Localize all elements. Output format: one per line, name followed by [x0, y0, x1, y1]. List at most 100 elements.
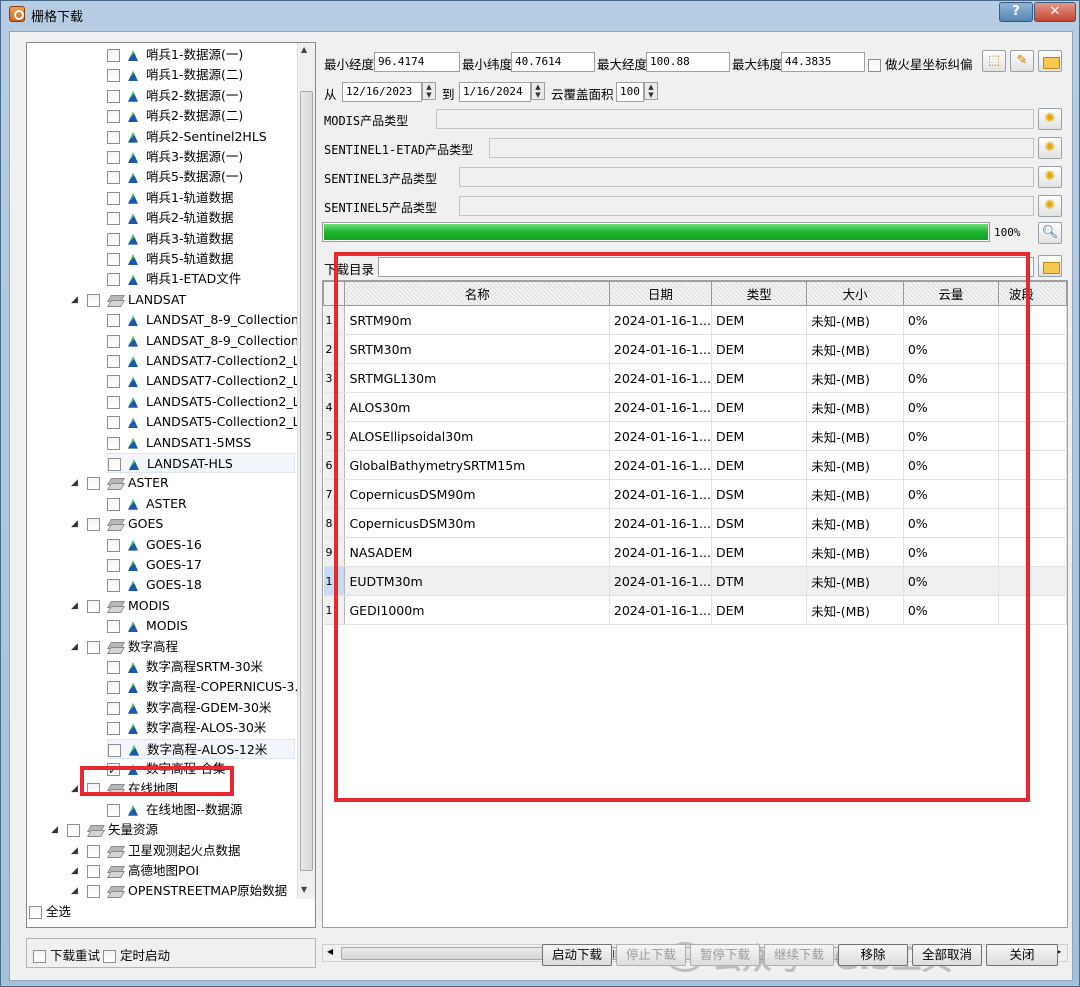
tree-item-10[interactable]: 哨兵5-轨道数据 [107, 249, 233, 269]
max-lat-input[interactable]: 44.3835 [781, 52, 865, 72]
tree-checkbox[interactable] [107, 273, 120, 287]
tree-item-16[interactable]: LANDSAT7-Collection2_L... [107, 371, 297, 391]
tree-checkbox[interactable] [107, 701, 120, 715]
tree-checkbox[interactable] [107, 232, 120, 246]
tree-vertical-scrollbar[interactable]: ▲ ▼ [297, 43, 315, 899]
tree-checkbox[interactable] [107, 334, 120, 348]
expand-arrow-icon[interactable]: ◢ [71, 596, 83, 616]
tree-checkbox[interactable] [108, 743, 121, 757]
select-all-checkbox[interactable] [29, 906, 42, 919]
tree-checkbox[interactable] [107, 110, 120, 124]
from-date-input[interactable]: 12/16/2023 [342, 82, 422, 102]
tree-item-1[interactable]: 哨兵1-数据源(二) [107, 65, 243, 85]
modis-product-button[interactable]: ✺ [1038, 108, 1062, 130]
mars-correction-checkbox[interactable] [868, 59, 881, 72]
expand-arrow-icon[interactable]: ◢ [71, 514, 83, 534]
expand-arrow-icon[interactable]: ◢ [71, 637, 83, 657]
tree-item-19[interactable]: LANDSAT1-5MSS [107, 433, 251, 453]
expand-arrow-icon[interactable]: ◢ [51, 820, 63, 840]
tree-checkbox[interactable] [107, 681, 120, 695]
expand-arrow-icon[interactable]: ◢ [71, 841, 83, 861]
max-lon-input[interactable]: 100.88 [646, 52, 730, 72]
cloud-input[interactable]: 100 [616, 82, 644, 102]
tree-item-15[interactable]: LANDSAT7-Collection2_L... [107, 351, 297, 371]
start-download-button[interactable]: 启动下载 [542, 944, 612, 966]
stop-download-button[interactable]: 停止下载 [616, 944, 686, 966]
to-date-spinner[interactable]: ▲ ▼ [531, 82, 545, 100]
tree-item-14[interactable]: LANDSAT_8-9_Collection... [107, 331, 297, 351]
tree-item-28[interactable]: MODIS [107, 616, 188, 636]
tree-item-20[interactable]: LANDSAT-HLS [107, 453, 295, 473]
tree-item-34[interactable]: 数字高程-ALOS-12米 [107, 738, 295, 759]
sentinel3-product-button[interactable]: ✺ [1038, 166, 1062, 188]
sentinel3-product-input[interactable] [459, 167, 1034, 187]
tree-group-39[interactable]: ◢ 卫星观测起火点数据 [71, 841, 241, 861]
modis-product-input[interactable] [436, 109, 1034, 129]
tree-item-3[interactable]: 哨兵2-数据源(二) [107, 106, 243, 126]
tree-checkbox[interactable] [107, 436, 120, 450]
scroll-up-arrow-icon[interactable]: ▲ [301, 45, 307, 54]
close-button[interactable]: 关闭 [986, 944, 1058, 966]
cancel-all-button[interactable]: 全部取消 [912, 944, 982, 966]
tree-checkbox[interactable] [107, 171, 120, 185]
tree-group-27[interactable]: ◢ MODIS [71, 596, 170, 616]
tree-checkbox[interactable] [107, 661, 120, 674]
tree-group-41[interactable]: ◢ OPENSTREETMAP原始数据 [71, 881, 287, 899]
mars-correction[interactable]: 做火星坐标纠偏 [868, 54, 973, 73]
tree-item-7[interactable]: 哨兵1-轨道数据 [107, 188, 233, 208]
tree-checkbox[interactable] [107, 355, 120, 368]
tree-checkbox[interactable] [108, 458, 121, 471]
tree-item-2[interactable]: 哨兵2-数据源(一) [107, 86, 243, 106]
tree-checkbox[interactable] [107, 89, 120, 103]
tree-item-17[interactable]: LANDSAT5-Collection2_L... [107, 392, 297, 412]
sentinel5-product-input[interactable] [459, 196, 1034, 216]
expand-arrow-icon[interactable]: ◢ [71, 290, 83, 310]
expand-arrow-icon[interactable]: ◢ [71, 473, 83, 493]
tree-item-8[interactable]: 哨兵2-轨道数据 [107, 208, 233, 228]
tree-item-32[interactable]: 数字高程-GDEM-30米 [107, 698, 271, 718]
tree-group-38[interactable]: ◢ 矢量资源 [51, 820, 158, 840]
tree-item-9[interactable]: 哨兵3-轨道数据 [107, 229, 233, 249]
tree-checkbox[interactable] [87, 865, 100, 878]
tree-checkbox[interactable] [87, 640, 100, 654]
tree-item-18[interactable]: LANDSAT5-Collection2_L... [107, 412, 297, 432]
tree-checkbox[interactable] [107, 579, 120, 593]
retry-option[interactable]: 下载重试 [33, 945, 100, 964]
tree-scroll-thumb[interactable] [300, 91, 313, 871]
search-button[interactable]: 🔍︎ [1038, 222, 1062, 244]
tree-checkbox[interactable] [107, 253, 120, 266]
tree-checkbox[interactable] [107, 191, 120, 205]
tree-checkbox[interactable] [107, 722, 120, 736]
tree-checkbox[interactable] [107, 375, 120, 389]
tree-group-21[interactable]: ◢ ASTER [71, 473, 169, 493]
tree-checkbox[interactable] [87, 844, 100, 858]
tree-checkbox[interactable] [107, 620, 120, 634]
tree-group-12[interactable]: ◢ LANDSAT [71, 290, 186, 310]
tree-item-5[interactable]: 哨兵3-数据源(一) [107, 147, 243, 167]
etad-product-input[interactable] [489, 138, 1034, 158]
min-lon-input[interactable]: 96.4174 [374, 52, 460, 72]
to-date-input[interactable]: 1/16/2024 [459, 82, 531, 102]
timer-checkbox[interactable] [103, 950, 116, 963]
tree-item-13[interactable]: LANDSAT_8-9_Collection... [107, 310, 297, 330]
timer-option[interactable]: 定时启动 [103, 945, 170, 964]
draw-extent-button[interactable]: ⬚ [982, 50, 1006, 72]
tree-item-30[interactable]: 数字高程SRTM-30米 [107, 657, 263, 677]
tree-checkbox[interactable] [107, 49, 120, 62]
tree-checkbox[interactable] [87, 885, 100, 899]
browse-dir-button[interactable] [1038, 255, 1062, 277]
resume-download-button[interactable]: 继续下载 [764, 944, 834, 966]
tree-checkbox[interactable] [107, 538, 120, 552]
open-extent-button[interactable] [1038, 50, 1062, 72]
tree-item-31[interactable]: 数字高程-COPERNICUS-3... [107, 677, 297, 697]
title-bar[interactable]: 栅格下载 ? ✕ [1, 1, 1079, 27]
tree-checkbox[interactable] [107, 803, 120, 817]
sentinel5-product-button[interactable]: ✺ [1038, 195, 1062, 217]
help-button[interactable]: ? [999, 2, 1033, 22]
select-all[interactable]: 全选 [29, 901, 71, 920]
tree-item-33[interactable]: 数字高程-ALOS-30米 [107, 718, 266, 738]
tree-checkbox[interactable] [107, 559, 120, 572]
tree-item-24[interactable]: GOES-16 [107, 535, 202, 555]
pause-download-button[interactable]: 暂停下载 [690, 944, 760, 966]
close-window-button[interactable]: ✕ [1034, 2, 1076, 22]
